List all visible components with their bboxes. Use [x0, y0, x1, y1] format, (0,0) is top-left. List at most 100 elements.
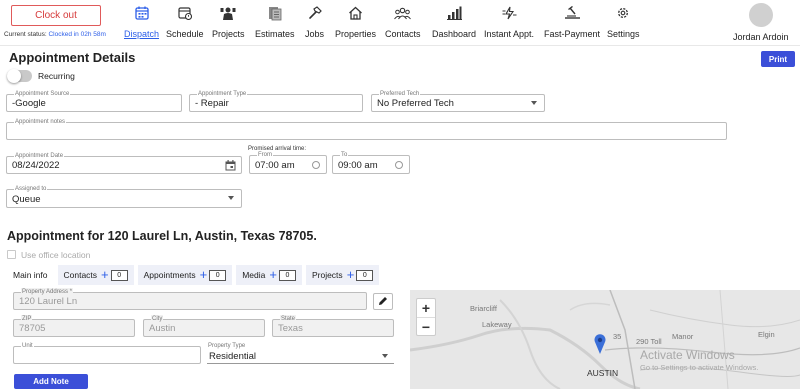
field-label: Unit — [21, 342, 34, 350]
field-label: Appointment Date — [14, 152, 65, 160]
tab-appointments[interactable]: Appointments +0 — [137, 265, 233, 285]
chevron-down-icon — [531, 101, 537, 105]
calendar-icon[interactable] — [225, 160, 236, 173]
map-label-manor: Manor — [672, 332, 694, 341]
nav-label: Settings — [607, 29, 640, 39]
zoom-in-button[interactable]: + — [417, 299, 435, 317]
appointment-source-field[interactable]: Appointment Source -Google — [6, 90, 182, 112]
nav-fast-payment[interactable]: Fast-Payment — [544, 4, 600, 39]
nav-dispatch[interactable]: Dispatch — [124, 4, 159, 39]
field-value: 120 Laurel Ln — [19, 296, 78, 307]
plus-icon[interactable]: + — [200, 268, 208, 281]
location-map[interactable]: + − Briarcliff Lakeway 35 290 Toll Manor… — [410, 290, 800, 389]
nav-estimates[interactable]: Estimates — [255, 4, 295, 39]
status-value: Clocked in 02h 58m — [48, 31, 106, 38]
preferred-tech-select[interactable]: Preferred Tech No Preferred Tech — [371, 90, 545, 112]
field-label: Property Type — [208, 343, 246, 349]
field-value: - Repair — [195, 98, 229, 109]
add-note-button[interactable]: Add Note — [14, 374, 88, 389]
nav-settings[interactable]: Settings — [607, 4, 640, 39]
nav-label: Properties — [335, 29, 377, 39]
tab-label: Main info — [13, 270, 48, 280]
zoom-out-button[interactable]: − — [417, 317, 435, 335]
state-field[interactable]: State Texas — [272, 315, 394, 337]
tab-media[interactable]: Media +0 — [236, 265, 302, 285]
dashboard-icon — [445, 4, 463, 22]
appointment-notes-field[interactable]: Appointment notes — [6, 118, 727, 140]
user-name[interactable]: Jordan Ardoin — [733, 32, 789, 42]
field-value: 08/24/2022 — [12, 160, 60, 171]
tab-projects[interactable]: Projects +0 — [305, 265, 380, 285]
nav-properties[interactable]: Properties — [335, 4, 376, 39]
field-label: ZIP — [21, 315, 33, 323]
arrival-from-field[interactable]: From 07:00 am — [249, 151, 327, 174]
nav-jobs[interactable]: Jobs — [305, 4, 324, 39]
recurring-toggle[interactable] — [7, 69, 32, 83]
field-label: Appointment Type — [197, 90, 248, 98]
field-value: 07:00 am — [255, 160, 295, 171]
schedule-icon — [176, 4, 194, 22]
count-badge: 0 — [278, 269, 296, 281]
page-title: Appointment Details — [9, 50, 136, 65]
appointment-type-field[interactable]: Appointment Type - Repair — [189, 90, 363, 112]
nav-label: Schedule — [166, 29, 204, 39]
activate-windows-watermark: Activate Windows Go to Settings to activ… — [640, 348, 758, 372]
tab-label: Contacts — [63, 270, 98, 280]
chevron-down-icon — [382, 354, 388, 358]
nav-dashboard[interactable]: Dashboard — [432, 4, 476, 39]
print-button[interactable]: Print — [761, 51, 795, 67]
unit-field[interactable]: Unit — [13, 342, 201, 364]
hammer-icon — [306, 4, 324, 22]
field-value: No Preferred Tech — [377, 98, 454, 109]
zip-field[interactable]: ZIP 78705 — [13, 315, 135, 337]
field-value: Residential — [209, 351, 256, 362]
count-badge: 0 — [356, 269, 374, 281]
city-field[interactable]: City Austin — [143, 315, 265, 337]
nav-schedule[interactable]: Schedule — [166, 4, 204, 39]
toggle-knob — [7, 69, 21, 83]
count-badge: 0 — [110, 269, 128, 281]
home-icon — [347, 4, 365, 22]
field-label: City — [151, 315, 164, 323]
nav-projects[interactable]: Projects — [212, 4, 245, 39]
pencil-icon — [378, 296, 388, 308]
avatar[interactable] — [749, 3, 773, 27]
count-badge: 0 — [209, 269, 227, 281]
map-label-290-toll: 290 Toll — [636, 337, 662, 346]
plus-icon[interactable]: + — [347, 268, 355, 281]
fast-payment-icon — [563, 4, 581, 22]
nav-label: Dashboard — [432, 29, 477, 39]
plus-icon[interactable]: + — [269, 268, 277, 281]
tab-main-info[interactable]: Main info — [7, 265, 54, 285]
property-address-field[interactable]: Property Address * 120 Laurel Ln — [13, 288, 367, 310]
clock-out-button[interactable]: Clock out — [11, 5, 101, 26]
field-label: State — [280, 315, 297, 323]
appointment-date-field[interactable]: Appointment Date 08/24/2022 — [6, 152, 242, 174]
field-label: Property Address * — [21, 288, 74, 296]
map-label-highway-35: 35 — [613, 332, 622, 341]
clock-icon — [312, 161, 320, 169]
assigned-to-select[interactable]: Assigned to Queue — [6, 185, 242, 208]
tab-contacts[interactable]: Contacts +0 — [57, 265, 134, 285]
nav-label: Dispatch — [124, 29, 160, 39]
tab-label: Media — [242, 270, 266, 280]
nav-instant-appt[interactable]: Instant Appt. — [484, 4, 534, 39]
map-label-lakeway: Lakeway — [482, 320, 512, 329]
field-value: Austin — [149, 323, 176, 334]
field-value: 78705 — [19, 323, 46, 334]
plus-icon[interactable]: + — [101, 268, 109, 281]
property-type-select[interactable]: Property Type Residential — [207, 343, 394, 364]
use-office-location-checkbox[interactable] — [7, 250, 16, 259]
nav-label: Projects — [212, 29, 245, 39]
map-label-austin: AUSTIN — [587, 368, 619, 378]
nav-label: Fast-Payment — [544, 29, 601, 39]
arrival-to-field[interactable]: To 09:00 am — [332, 151, 410, 174]
field-label: Assigned to — [14, 185, 48, 193]
use-office-location-label: Use office location — [21, 250, 91, 260]
nav-contacts[interactable]: Contacts — [385, 4, 421, 39]
edit-address-button[interactable] — [373, 293, 393, 310]
appointment-address-heading: Appointment for 120 Laurel Ln, Austin, T… — [7, 229, 317, 243]
map-pin-icon[interactable] — [594, 334, 606, 356]
nav-label: Estimates — [255, 29, 295, 39]
field-value: -Google — [12, 98, 46, 109]
